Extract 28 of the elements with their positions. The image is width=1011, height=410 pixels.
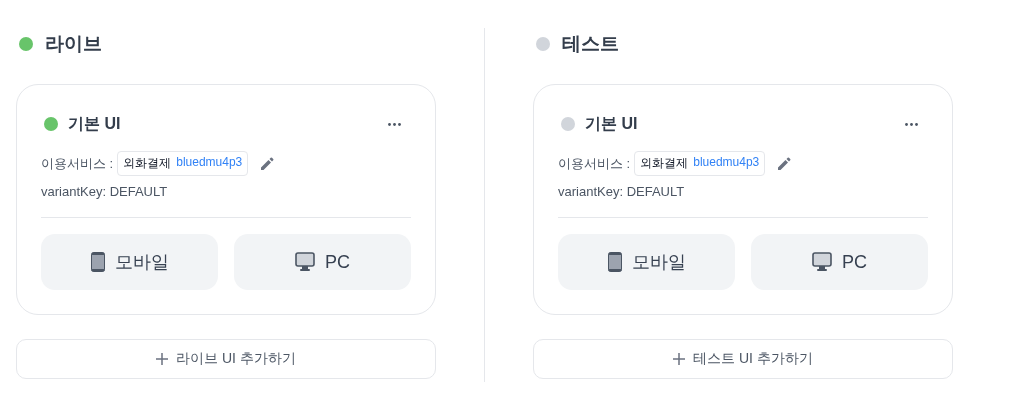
device-button[interactable]: PC (234, 234, 411, 290)
service-id: bluedmu4p3 (176, 155, 243, 171)
plus-icon (156, 353, 169, 365)
monitor-icon (295, 252, 315, 272)
service-label: 이용서비스 : (558, 154, 631, 173)
pencil-icon (260, 156, 275, 171)
device-button[interactable]: 모바일 (41, 234, 218, 290)
service-id: bluedmu4p3 (693, 155, 760, 171)
device-button[interactable]: 모바일 (558, 234, 735, 290)
phone-icon (607, 252, 622, 272)
service-name: 외화결제 (640, 155, 689, 172)
phone-icon (90, 252, 105, 272)
service-name: 외화결제 (123, 155, 172, 172)
more-icon (388, 122, 401, 126)
device-button[interactable]: PC (751, 234, 928, 290)
variant-key: variantKey: DEFAULT (41, 184, 411, 199)
add-ui-button[interactable]: 테스트 UI 추가하기 (533, 339, 953, 379)
variant-key: variantKey: DEFAULT (558, 184, 928, 199)
pencil-icon (777, 156, 792, 171)
card-title: 기본 UI (68, 113, 122, 134)
service-label: 이용서비스 : (41, 154, 114, 173)
monitor-icon (812, 252, 832, 272)
section-title: 라이브 (45, 32, 102, 56)
card-title: 기본 UI (585, 113, 639, 134)
section-title: 테스트 (562, 32, 619, 56)
plus-icon (673, 353, 686, 365)
more-icon (905, 122, 918, 126)
add-ui-button[interactable]: 라이브 UI 추가하기 (16, 339, 436, 379)
